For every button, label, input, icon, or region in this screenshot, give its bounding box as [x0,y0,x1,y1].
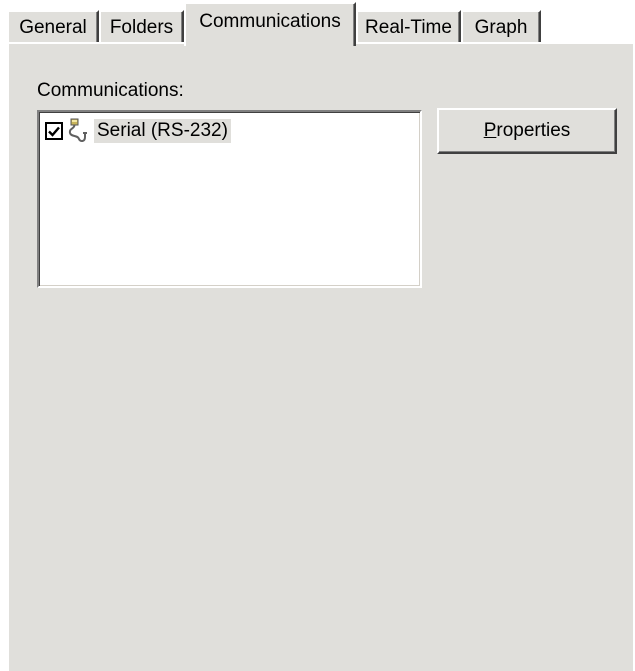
tab-general-label: General [19,16,87,38]
tab-communications-label: Communications [199,11,341,32]
list-item-serial[interactable]: Serial (RS-232) [45,118,231,144]
serial-item-label: Serial (RS-232) [94,119,231,143]
checkmark-icon [48,126,60,137]
tab-graph-label: Graph [474,16,528,38]
communications-label: Communications: [37,80,184,101]
tab-strip: General Folders Communications Real-Time… [0,0,635,46]
tab-communications[interactable]: Communications [184,2,356,46]
tab-graph[interactable]: Graph [461,10,541,43]
serial-cable-icon [68,118,87,143]
serial-checkbox[interactable] [45,122,63,140]
properties-button[interactable]: Properties [437,108,617,154]
tab-real-time-label: Real-Time [365,16,452,38]
tab-folders-label: Folders [109,16,174,38]
tab-general[interactable]: General [7,10,99,43]
tab-folders[interactable]: Folders [99,10,184,43]
properties-button-accelerator: P [483,120,497,141]
properties-button-label: roperties [496,120,571,141]
communications-listbox[interactable]: Serial (RS-232) [37,110,422,288]
tab-real-time[interactable]: Real-Time [356,10,461,43]
